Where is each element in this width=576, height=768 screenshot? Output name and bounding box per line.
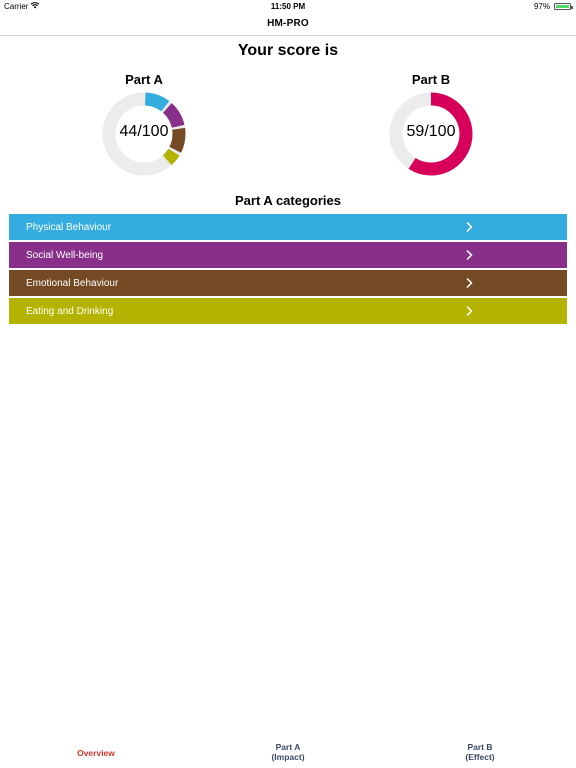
part-b-score-chart: Part B 59/100 xyxy=(376,72,486,179)
battery-percentage: 97% xyxy=(533,2,550,11)
tab-part-b[interactable]: Part B (Effect) xyxy=(384,738,576,768)
category-list: Physical Behaviour Social Well-being Emo… xyxy=(9,214,567,326)
part-a-score-value: 44/100 xyxy=(119,123,169,140)
nav-title: HM-PRO xyxy=(267,18,309,29)
tab-label: Part B xyxy=(467,742,493,752)
tab-label: Part A xyxy=(275,742,301,752)
category-label: Social Well-being xyxy=(26,250,104,261)
tab-bar: Overview Part A (Impact) Part B (Effect) xyxy=(0,738,576,768)
clock-time: 11:50 PM xyxy=(270,2,306,11)
chevron-right-icon xyxy=(466,277,473,289)
category-label: Emotional Behaviour xyxy=(26,278,119,289)
tab-sublabel: (Effect) xyxy=(465,752,495,762)
chevron-right-icon xyxy=(466,221,473,233)
part-a-score-chart: Part A 44/100 xyxy=(89,72,199,179)
chevron-right-icon xyxy=(466,249,473,261)
category-label: Physical Behaviour xyxy=(26,222,112,233)
categories-heading: Part A categories xyxy=(235,193,341,208)
chevron-right-icon xyxy=(466,305,473,317)
status-bar: Carrier 11:50 PM 97% xyxy=(0,0,576,13)
score-heading: Your score is xyxy=(237,42,339,59)
category-row-social-well-being[interactable]: Social Well-being xyxy=(9,242,567,268)
part-b-label: Part B xyxy=(411,72,451,87)
category-label: Eating and Drinking xyxy=(26,306,114,317)
tab-sublabel: (Impact) xyxy=(271,752,305,762)
tab-part-a[interactable]: Part A (Impact) xyxy=(192,738,384,768)
category-row-physical-behaviour[interactable]: Physical Behaviour xyxy=(9,214,567,240)
battery-icon xyxy=(554,3,573,10)
tab-overview[interactable]: Overview xyxy=(0,738,192,768)
category-row-eating-and-drinking[interactable]: Eating and Drinking xyxy=(9,298,567,324)
part-b-score-value: 59/100 xyxy=(406,123,456,140)
category-row-emotional-behaviour[interactable]: Emotional Behaviour xyxy=(9,270,567,296)
navigation-bar: HM-PRO xyxy=(0,13,576,36)
tab-label: Overview xyxy=(77,748,115,758)
part-a-label: Part A xyxy=(125,72,163,87)
